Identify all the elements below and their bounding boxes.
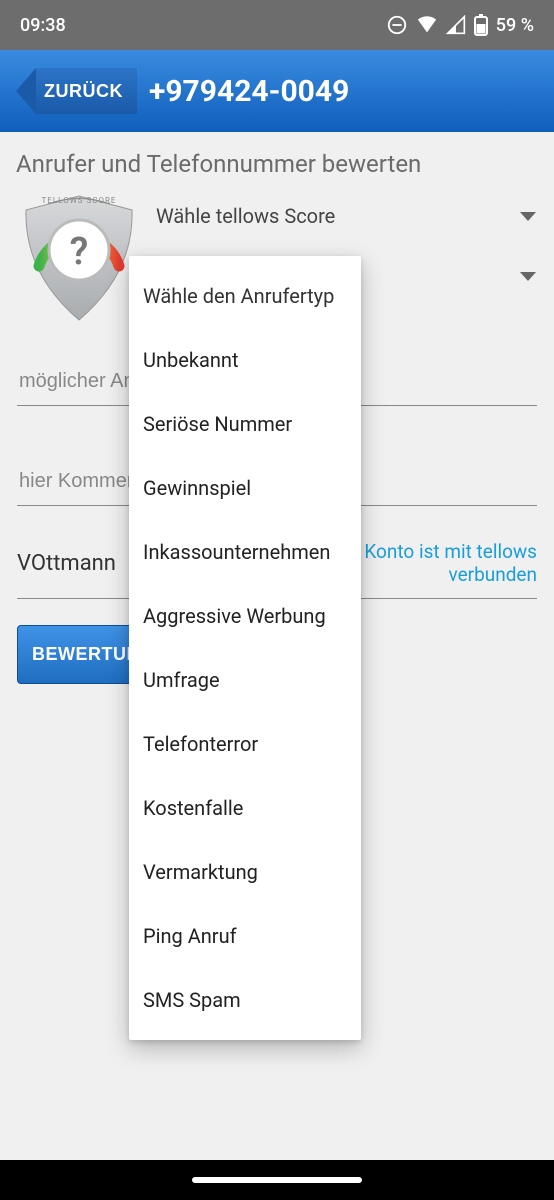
- svg-text:TELLOWS SCORE: TELLOWS SCORE: [42, 196, 117, 205]
- phone-number-title: +979424-0049: [149, 74, 349, 109]
- dropdown-option[interactable]: Seriöse Nummer: [129, 392, 361, 456]
- dropdown-option[interactable]: SMS Spam: [129, 968, 361, 1032]
- dropdown-option[interactable]: Aggressive Werbung: [129, 584, 361, 648]
- signal-icon: [446, 15, 466, 35]
- dropdown-option[interactable]: Ping Anruf: [129, 904, 361, 968]
- score-select-label: Wähle tellows Score: [156, 204, 335, 228]
- nav-bar: [0, 1160, 554, 1200]
- back-arrow-icon: [16, 68, 36, 114]
- battery-percent: 59 %: [496, 15, 534, 36]
- dropdown-option[interactable]: Vermarktung: [129, 840, 361, 904]
- dropdown-option[interactable]: Unbekannt: [129, 328, 361, 392]
- dropdown-option[interactable]: Telefonterror: [129, 712, 361, 776]
- page-heading: Anrufer und Telefonnummer bewerten: [16, 150, 540, 178]
- caller-type-dropdown[interactable]: Wähle den Anrufertyp Unbekannt Seriöse N…: [129, 256, 361, 1040]
- chevron-down-icon: [520, 272, 536, 281]
- chevron-down-icon: [520, 212, 536, 221]
- nav-handle[interactable]: [192, 1177, 362, 1183]
- status-bar: 09:38 59 %: [0, 0, 554, 50]
- back-button[interactable]: ZURÜCK: [16, 68, 137, 114]
- dropdown-option[interactable]: Gewinnspiel: [129, 456, 361, 520]
- dnd-icon: [386, 14, 408, 36]
- app-bar: ZURÜCK +979424-0049: [0, 50, 554, 132]
- wifi-icon: [416, 14, 438, 36]
- svg-text:?: ?: [70, 230, 89, 274]
- dropdown-option[interactable]: Kostenfalle: [129, 776, 361, 840]
- status-time: 09:38: [20, 15, 66, 36]
- dropdown-option[interactable]: Umfrage: [129, 648, 361, 712]
- dropdown-header[interactable]: Wähle den Anrufertyp: [129, 264, 361, 328]
- status-right: 59 %: [386, 14, 534, 36]
- battery-icon: [474, 14, 488, 36]
- score-select[interactable]: Wähle tellows Score: [156, 198, 540, 234]
- back-button-label[interactable]: ZURÜCK: [36, 68, 137, 114]
- tellows-score-badge: ? TELLOWS SCORE: [14, 188, 144, 328]
- dropdown-option[interactable]: Inkassounternehmen: [129, 520, 361, 584]
